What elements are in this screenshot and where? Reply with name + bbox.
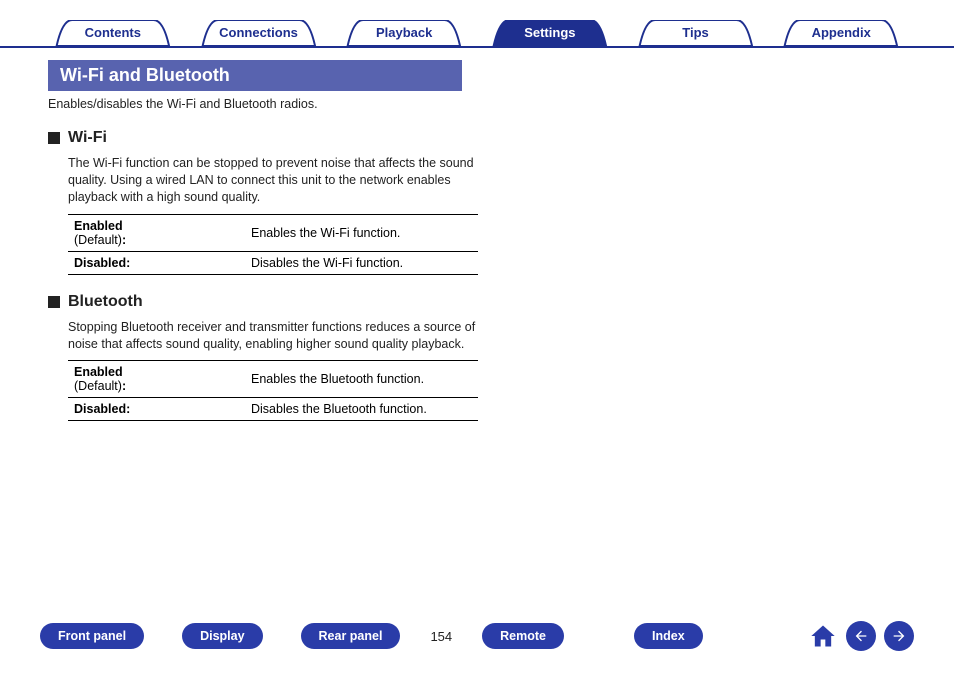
tab-connections[interactable]: Connections — [189, 20, 329, 46]
page-subtitle: Enables/disables the Wi-Fi and Bluetooth… — [48, 97, 954, 111]
tab-label: Settings — [524, 25, 575, 40]
options-table-wifi: Enabled (Default): Enables the Wi-Fi fun… — [68, 214, 478, 275]
opt-label: Disabled: — [68, 251, 245, 274]
bullet-square-icon — [48, 132, 60, 144]
desc-bluetooth: Stopping Bluetooth receiver and transmit… — [68, 319, 478, 353]
index-button[interactable]: Index — [634, 623, 703, 649]
heading-text: Wi-Fi — [68, 129, 107, 147]
opt-desc: Enables the Wi-Fi function. — [245, 214, 478, 251]
tab-tips[interactable]: Tips — [626, 20, 766, 46]
tab-playback[interactable]: Playback — [334, 20, 474, 46]
desc-wifi: The Wi-Fi function can be stopped to pre… — [68, 155, 478, 206]
table-row: Enabled (Default): Enables the Wi-Fi fun… — [68, 214, 478, 251]
opt-desc: Disables the Wi-Fi function. — [245, 251, 478, 274]
tab-label: Playback — [376, 25, 432, 40]
bottom-left-group: Front panel Display Rear panel — [40, 623, 400, 649]
tab-appendix[interactable]: Appendix — [771, 20, 911, 46]
heading-bluetooth: Bluetooth — [48, 293, 478, 311]
remote-button[interactable]: Remote — [482, 623, 564, 649]
rear-panel-button[interactable]: Rear panel — [301, 623, 401, 649]
prev-page-icon[interactable] — [846, 621, 876, 651]
next-page-icon[interactable] — [884, 621, 914, 651]
opt-desc: Disables the Bluetooth function. — [245, 398, 478, 421]
tab-label: Tips — [682, 25, 709, 40]
page-number: 154 — [430, 629, 452, 644]
tab-label: Appendix — [812, 25, 871, 40]
tab-label: Contents — [85, 25, 141, 40]
top-tabs: Contents Connections Playback Settings T… — [0, 0, 954, 48]
table-row: Enabled (Default): Enables the Bluetooth… — [68, 361, 478, 398]
table-row: Disabled: Disables the Wi-Fi function. — [68, 251, 478, 274]
section-wifi: Wi-Fi The Wi-Fi function can be stopped … — [48, 129, 478, 275]
options-table-bluetooth: Enabled (Default): Enables the Bluetooth… — [68, 360, 478, 421]
section-bluetooth: Bluetooth Stopping Bluetooth receiver an… — [48, 293, 478, 422]
table-row: Disabled: Disables the Bluetooth functio… — [68, 398, 478, 421]
front-panel-button[interactable]: Front panel — [40, 623, 144, 649]
tab-label: Connections — [219, 25, 298, 40]
display-button[interactable]: Display — [182, 623, 262, 649]
tab-settings[interactable]: Settings — [480, 20, 620, 46]
opt-label: Enabled (Default): — [68, 214, 245, 251]
home-icon[interactable] — [808, 621, 838, 651]
page-title: Wi-Fi and Bluetooth — [48, 60, 462, 91]
heading-wifi: Wi-Fi — [48, 129, 478, 147]
heading-text: Bluetooth — [68, 293, 143, 311]
opt-desc: Enables the Bluetooth function. — [245, 361, 478, 398]
bottom-nav: Front panel Display Rear panel 154 Remot… — [0, 621, 954, 651]
opt-label: Enabled (Default): — [68, 361, 245, 398]
tab-contents[interactable]: Contents — [43, 20, 183, 46]
bullet-square-icon — [48, 296, 60, 308]
opt-label: Disabled: — [68, 398, 245, 421]
bottom-mid-group: Remote Index — [482, 623, 703, 649]
nav-icons — [808, 621, 914, 651]
